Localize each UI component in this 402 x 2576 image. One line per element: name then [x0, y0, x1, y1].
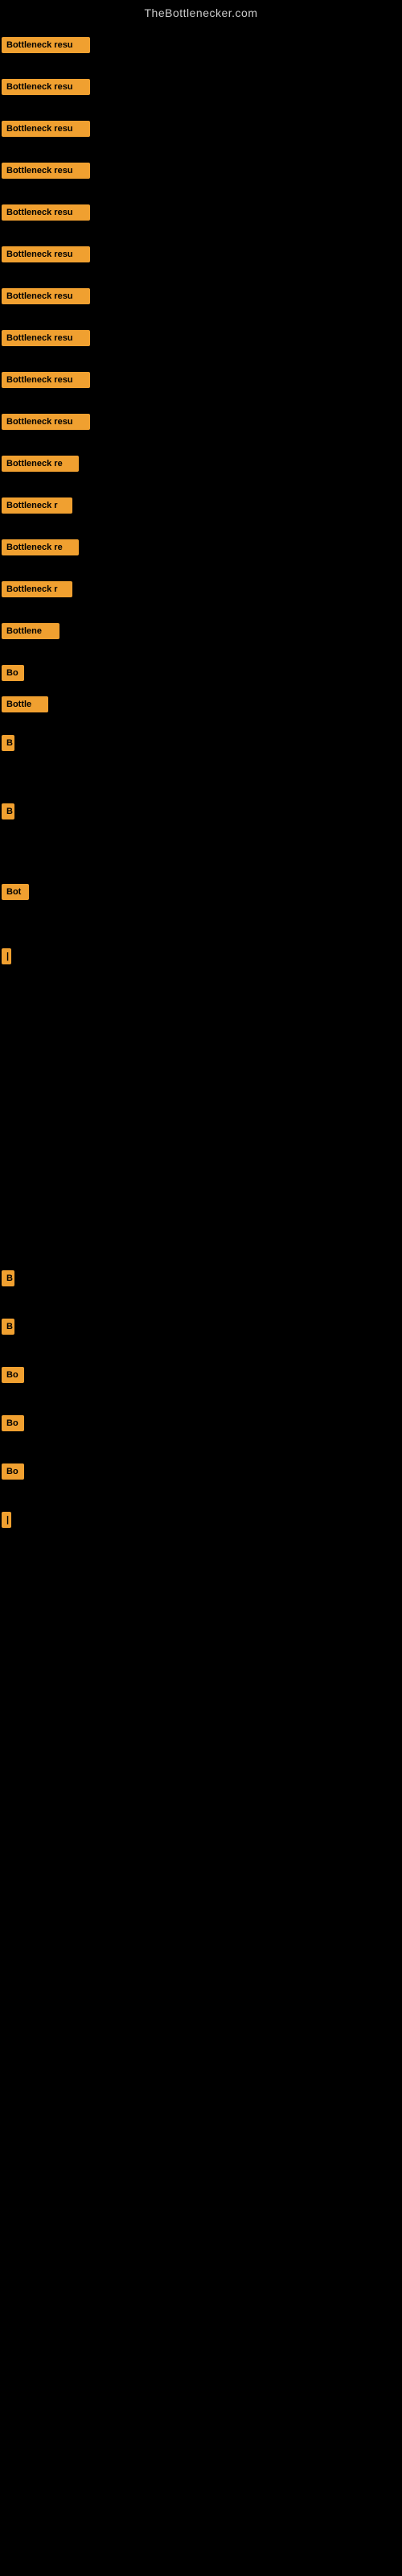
- bottleneck-result-badge[interactable]: Bo: [2, 665, 24, 681]
- bottleneck-result-badge[interactable]: Bottleneck resu: [2, 414, 90, 430]
- result-item[interactable]: Bo: [2, 1463, 24, 1484]
- bottleneck-result-badge[interactable]: Bottle: [2, 696, 48, 712]
- result-item[interactable]: Bottleneck re: [2, 456, 79, 476]
- bottleneck-result-badge[interactable]: Bottleneck re: [2, 456, 79, 472]
- bottleneck-result-badge[interactable]: B: [2, 803, 14, 819]
- bottleneck-result-badge[interactable]: Bottleneck resu: [2, 37, 90, 53]
- result-item[interactable]: B: [2, 803, 14, 824]
- bottleneck-result-badge[interactable]: Bottlene: [2, 623, 59, 639]
- result-item[interactable]: B: [2, 735, 14, 755]
- bottleneck-result-badge[interactable]: Bottleneck resu: [2, 330, 90, 346]
- bottleneck-result-badge[interactable]: Bottleneck r: [2, 497, 72, 514]
- bottleneck-result-badge[interactable]: Bottleneck resu: [2, 121, 90, 137]
- bottleneck-result-badge[interactable]: |: [2, 1512, 11, 1528]
- bottleneck-result-badge[interactable]: Bot: [2, 884, 29, 900]
- result-item[interactable]: Bo: [2, 1415, 24, 1435]
- result-item[interactable]: Bottleneck resu: [2, 414, 90, 434]
- result-item[interactable]: Bo: [2, 665, 24, 685]
- result-item[interactable]: Bottleneck resu: [2, 121, 90, 141]
- result-item[interactable]: Bottleneck r: [2, 497, 72, 518]
- bottleneck-result-badge[interactable]: B: [2, 1270, 14, 1286]
- result-item[interactable]: |: [2, 1512, 11, 1532]
- bottleneck-result-badge[interactable]: B: [2, 735, 14, 751]
- result-item[interactable]: Bottleneck resu: [2, 288, 90, 308]
- result-item[interactable]: Bottleneck resu: [2, 372, 90, 392]
- bottleneck-result-badge[interactable]: Bottleneck resu: [2, 288, 90, 304]
- result-item[interactable]: Bo: [2, 1367, 24, 1387]
- bottleneck-result-badge[interactable]: Bo: [2, 1415, 24, 1431]
- bottleneck-result-badge[interactable]: |: [2, 948, 11, 964]
- result-item[interactable]: Bottlene: [2, 623, 59, 643]
- bottleneck-result-badge[interactable]: Bottleneck resu: [2, 163, 90, 179]
- result-item[interactable]: Bottleneck resu: [2, 79, 90, 99]
- result-item[interactable]: Bottleneck resu: [2, 37, 90, 57]
- bottleneck-result-badge[interactable]: Bottleneck resu: [2, 204, 90, 221]
- bottleneck-result-badge[interactable]: Bottleneck resu: [2, 246, 90, 262]
- result-item[interactable]: Bottleneck re: [2, 539, 79, 559]
- result-item[interactable]: |: [2, 948, 11, 968]
- bottleneck-result-badge[interactable]: Bo: [2, 1367, 24, 1383]
- site-title: TheBottlenecker.com: [0, 0, 402, 23]
- bottleneck-result-badge[interactable]: Bottleneck resu: [2, 372, 90, 388]
- result-item[interactable]: B: [2, 1319, 14, 1339]
- bottleneck-result-badge[interactable]: Bo: [2, 1463, 24, 1480]
- result-item[interactable]: Bottleneck resu: [2, 246, 90, 266]
- result-item[interactable]: B: [2, 1270, 14, 1290]
- bottleneck-result-badge[interactable]: Bottleneck re: [2, 539, 79, 555]
- result-item[interactable]: Bottleneck r: [2, 581, 72, 601]
- result-item[interactable]: Bottle: [2, 696, 48, 716]
- result-item[interactable]: Bottleneck resu: [2, 204, 90, 225]
- result-item[interactable]: Bottleneck resu: [2, 163, 90, 183]
- result-item[interactable]: Bottleneck resu: [2, 330, 90, 350]
- result-item[interactable]: Bot: [2, 884, 29, 904]
- bottleneck-result-badge[interactable]: Bottleneck resu: [2, 79, 90, 95]
- bottleneck-result-badge[interactable]: Bottleneck r: [2, 581, 72, 597]
- bottleneck-result-badge[interactable]: B: [2, 1319, 14, 1335]
